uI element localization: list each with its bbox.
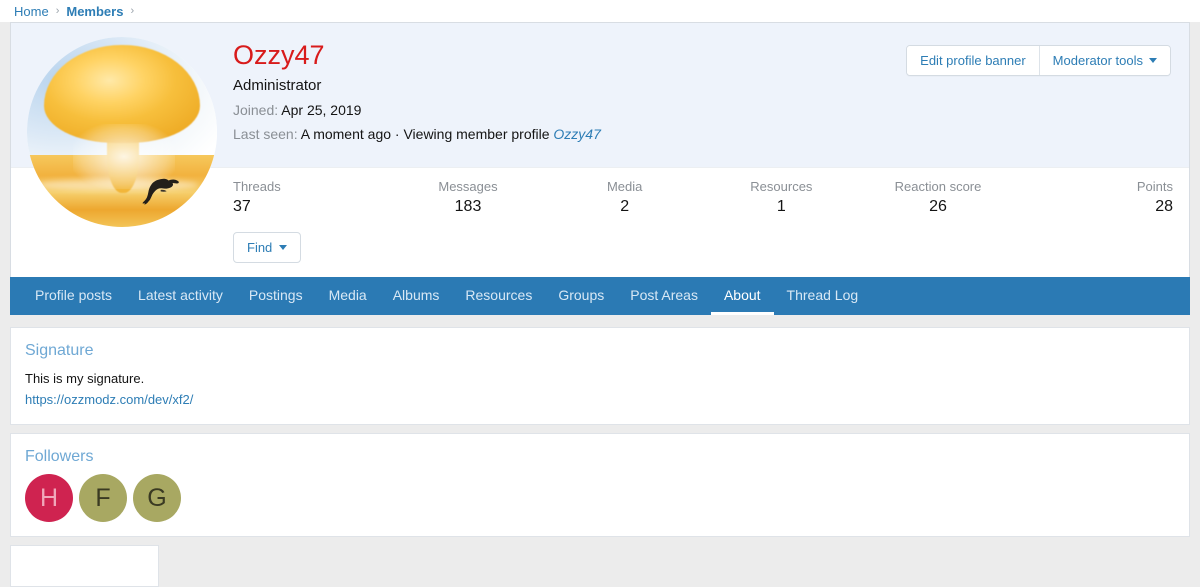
breadcrumb: Home › Members ›: [0, 0, 1200, 22]
find-button[interactable]: Find: [233, 232, 301, 263]
stat-resources-label: Resources: [703, 178, 860, 196]
stat-messages-label: Messages: [390, 178, 547, 196]
joined-row: Joined: Apr 25, 2019: [233, 100, 1173, 120]
edit-profile-banner-button[interactable]: Edit profile banner: [907, 46, 1039, 75]
find-left-spacer: [27, 232, 217, 263]
chevron-down-icon: [1149, 58, 1157, 63]
tab-about[interactable]: About: [711, 277, 774, 315]
profile-tabs: Profile posts Latest activity Postings M…: [10, 277, 1190, 315]
joined-value: Apr 25, 2019: [281, 102, 361, 118]
moderator-tools-button[interactable]: Moderator tools: [1039, 46, 1170, 75]
followers-list: H F G: [25, 474, 1175, 522]
signature-block: Signature This is my signature. https://…: [10, 327, 1190, 425]
breadcrumb-separator-icon: ›: [56, 5, 60, 17]
tab-post-areas[interactable]: Post Areas: [617, 277, 711, 315]
breadcrumb-separator-icon-2: ›: [130, 5, 134, 17]
stat-media-label: Media: [546, 178, 703, 196]
stat-messages[interactable]: Messages 183: [390, 178, 547, 218]
follower-avatar[interactable]: F: [79, 474, 127, 522]
stat-points-label: Points: [1016, 178, 1173, 196]
tab-media[interactable]: Media: [316, 277, 380, 315]
followers-heading: Followers: [25, 446, 1175, 468]
stat-reaction-score-label: Reaction score: [860, 178, 1017, 196]
stat-points-value: 28: [1016, 196, 1173, 218]
follower-avatar[interactable]: G: [133, 474, 181, 522]
mushroom-cloud-avatar[interactable]: [27, 37, 217, 227]
signature-link[interactable]: https://ozzmodz.com/dev/xf2/: [25, 389, 193, 410]
stat-media[interactable]: Media 2: [546, 178, 703, 218]
user-title: Administrator: [233, 77, 1173, 94]
member-profile-header: Ozzy47 Administrator Joined: Apr 25, 201…: [10, 22, 1190, 315]
follower-avatar[interactable]: H: [25, 474, 73, 522]
signature-heading: Signature: [25, 340, 1175, 362]
stat-resources-value: 1: [703, 196, 860, 218]
header-button-group: Edit profile banner Moderator tools: [906, 45, 1171, 76]
avatar-container: [27, 37, 217, 157]
last-seen-row: Last seen: A moment ago · Viewing member…: [233, 124, 1173, 144]
stat-points[interactable]: Points 28: [1016, 178, 1173, 218]
moderator-tools-label: Moderator tools: [1053, 53, 1143, 68]
stat-threads[interactable]: Threads 37: [233, 178, 390, 218]
tab-profile-posts[interactable]: Profile posts: [22, 277, 125, 315]
last-seen-label: Last seen:: [233, 126, 298, 142]
stat-reaction-score[interactable]: Reaction score 26: [860, 178, 1017, 218]
stat-resources[interactable]: Resources 1: [703, 178, 860, 218]
tab-latest-activity[interactable]: Latest activity: [125, 277, 236, 315]
stat-messages-value: 183: [390, 196, 547, 218]
activity-separator: ·: [395, 126, 400, 142]
find-row: Find: [11, 224, 1189, 277]
activity-text: Viewing member profile: [403, 126, 549, 142]
last-seen-value: A moment ago: [301, 126, 391, 142]
tab-resources[interactable]: Resources: [452, 277, 545, 315]
tab-groups[interactable]: Groups: [545, 277, 617, 315]
stat-reaction-score-value: 26: [860, 196, 1017, 218]
next-block-partial: [10, 545, 159, 587]
chevron-down-icon: [279, 245, 287, 250]
stat-threads-label: Threads: [233, 178, 390, 196]
signature-text: This is my signature.: [25, 368, 1175, 389]
about-tab-content: Signature This is my signature. https://…: [10, 315, 1190, 587]
tab-thread-log[interactable]: Thread Log: [774, 277, 872, 315]
tab-postings[interactable]: Postings: [236, 277, 316, 315]
breadcrumb-item-members[interactable]: Members: [66, 4, 123, 19]
followers-block: Followers H F G: [10, 433, 1190, 537]
tab-albums[interactable]: Albums: [380, 277, 453, 315]
find-button-label: Find: [247, 240, 272, 255]
stat-threads-value: 37: [233, 196, 390, 218]
breadcrumb-item-home[interactable]: Home: [14, 4, 49, 19]
member-banner: Ozzy47 Administrator Joined: Apr 25, 201…: [11, 23, 1189, 167]
stat-media-value: 2: [546, 196, 703, 218]
activity-link[interactable]: Ozzy47: [553, 126, 600, 142]
joined-label: Joined:: [233, 102, 278, 118]
edit-profile-banner-label: Edit profile banner: [920, 53, 1026, 68]
dinosaur-silhouette-icon: [133, 170, 182, 212]
